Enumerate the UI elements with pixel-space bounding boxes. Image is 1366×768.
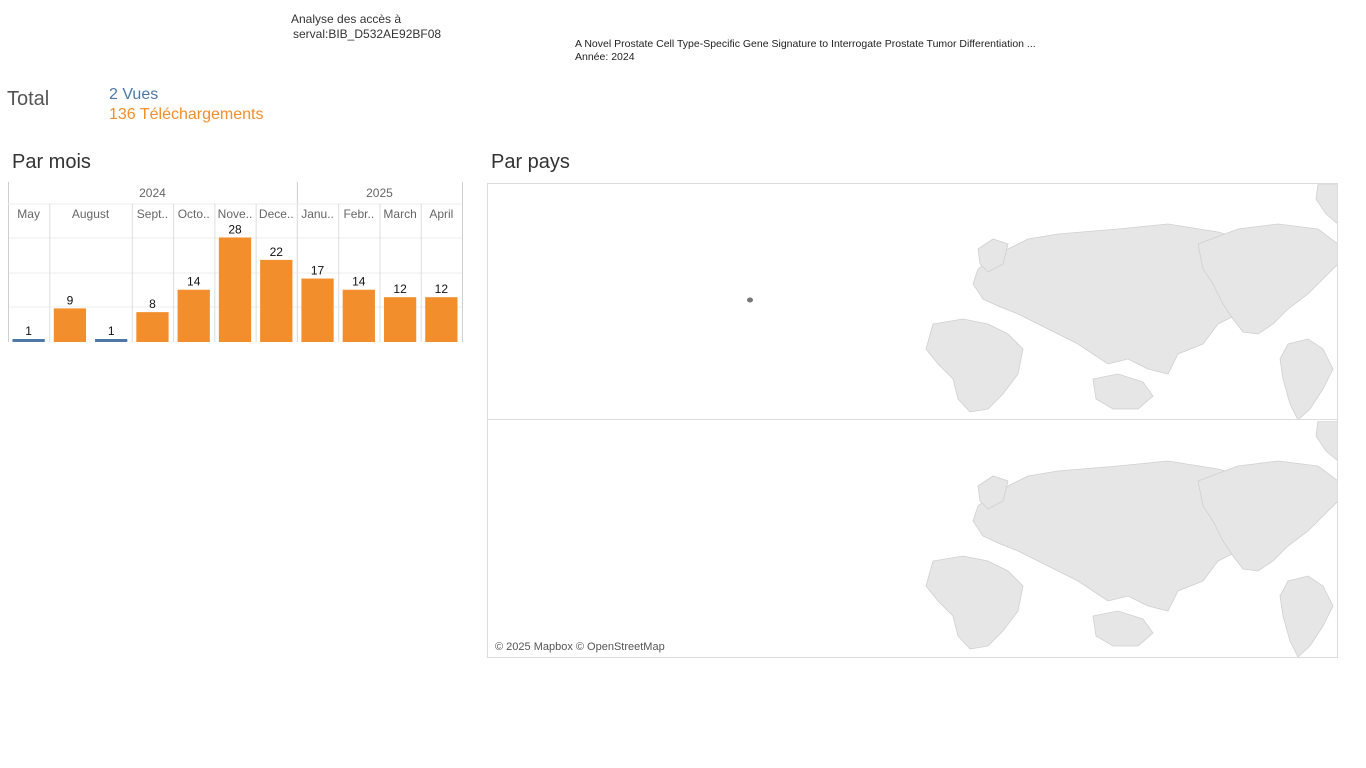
year-label: 2025 [366,186,393,200]
land-mass [1315,184,1337,224]
by-country-title: Par pays [491,151,570,173]
world-map-svg [925,421,1337,657]
total-downloads: 136 Téléchargements [109,106,264,123]
month-label: Dece.. [259,207,294,221]
land-mass [1279,575,1334,657]
highlighted-country[interactable] [747,297,753,303]
bar-value-label: 28 [228,222,242,236]
bar-value-label: 17 [311,264,325,278]
country-map[interactable]: © 2025 Mapbox © OpenStreetMap [487,183,1338,658]
bar-downloads[interactable] [260,259,293,342]
by-month-title: Par mois [12,151,91,173]
bar-value-label: 1 [108,324,115,338]
land-mass [925,555,1024,650]
land-mass [1315,421,1337,461]
publication-title: A Novel Prostate Cell Type-Specific Gene… [575,38,1036,50]
monthly-bar-chart[interactable]: 2024 2025 May August Sept.. Octo.. Nove.. Dece.… [8,182,468,352]
bar-downloads[interactable] [218,237,252,342]
month-label: May [17,207,40,221]
land-mass [1092,373,1154,410]
year-label: 2024 [139,186,166,200]
bar-downloads[interactable] [342,289,375,342]
land-mass [1279,338,1334,419]
bar-value-label: 9 [67,293,74,307]
month-label: Janu.. [301,207,334,221]
bar-downloads[interactable] [53,308,87,342]
map-panel-views[interactable] [488,184,1337,420]
bar-value-label: 22 [270,245,284,259]
bar-value-label: 8 [149,297,156,311]
bar-downloads[interactable] [425,297,458,342]
month-label: Sept.. [137,207,168,221]
month-label: Octo.. [178,207,210,221]
bar-value-label: 14 [187,275,201,289]
month-label: Febr.. [343,207,374,221]
land-mass [1092,610,1154,647]
bar-value-label: 12 [393,282,407,296]
publication-year: Année: 2024 [575,51,635,63]
map-attribution: © 2025 Mapbox © OpenStreetMap [495,641,665,653]
publication-info: A Novel Prostate Cell Type-Specific Gene… [575,38,1036,64]
month-label: Nove.. [218,207,253,221]
total-views: 2 Vues [109,86,159,103]
bar-value-label: 14 [352,275,366,289]
total-label: Total [7,88,50,110]
report-title-line1: Analyse des accès à [291,12,402,26]
bar-views[interactable] [95,339,128,342]
bar-views[interactable] [12,339,45,342]
bar-downloads[interactable] [136,312,169,342]
month-label: March [383,207,416,221]
bar-downloads[interactable] [177,289,210,342]
bar-value-label: 1 [25,324,32,338]
land-mass [925,318,1024,413]
bar-downloads[interactable] [383,297,417,342]
month-label: April [429,207,453,221]
map-panel-downloads[interactable] [488,421,1337,657]
report-title: Analyse des accès à serval:BIB_D532AE92B… [291,12,441,42]
bar-value-label: 12 [435,282,449,296]
report-title-line2: serval:BIB_D532AE92BF08 [293,27,442,41]
month-label: August [72,207,110,221]
world-map-svg [747,184,1337,419]
bar-downloads[interactable] [301,278,334,342]
